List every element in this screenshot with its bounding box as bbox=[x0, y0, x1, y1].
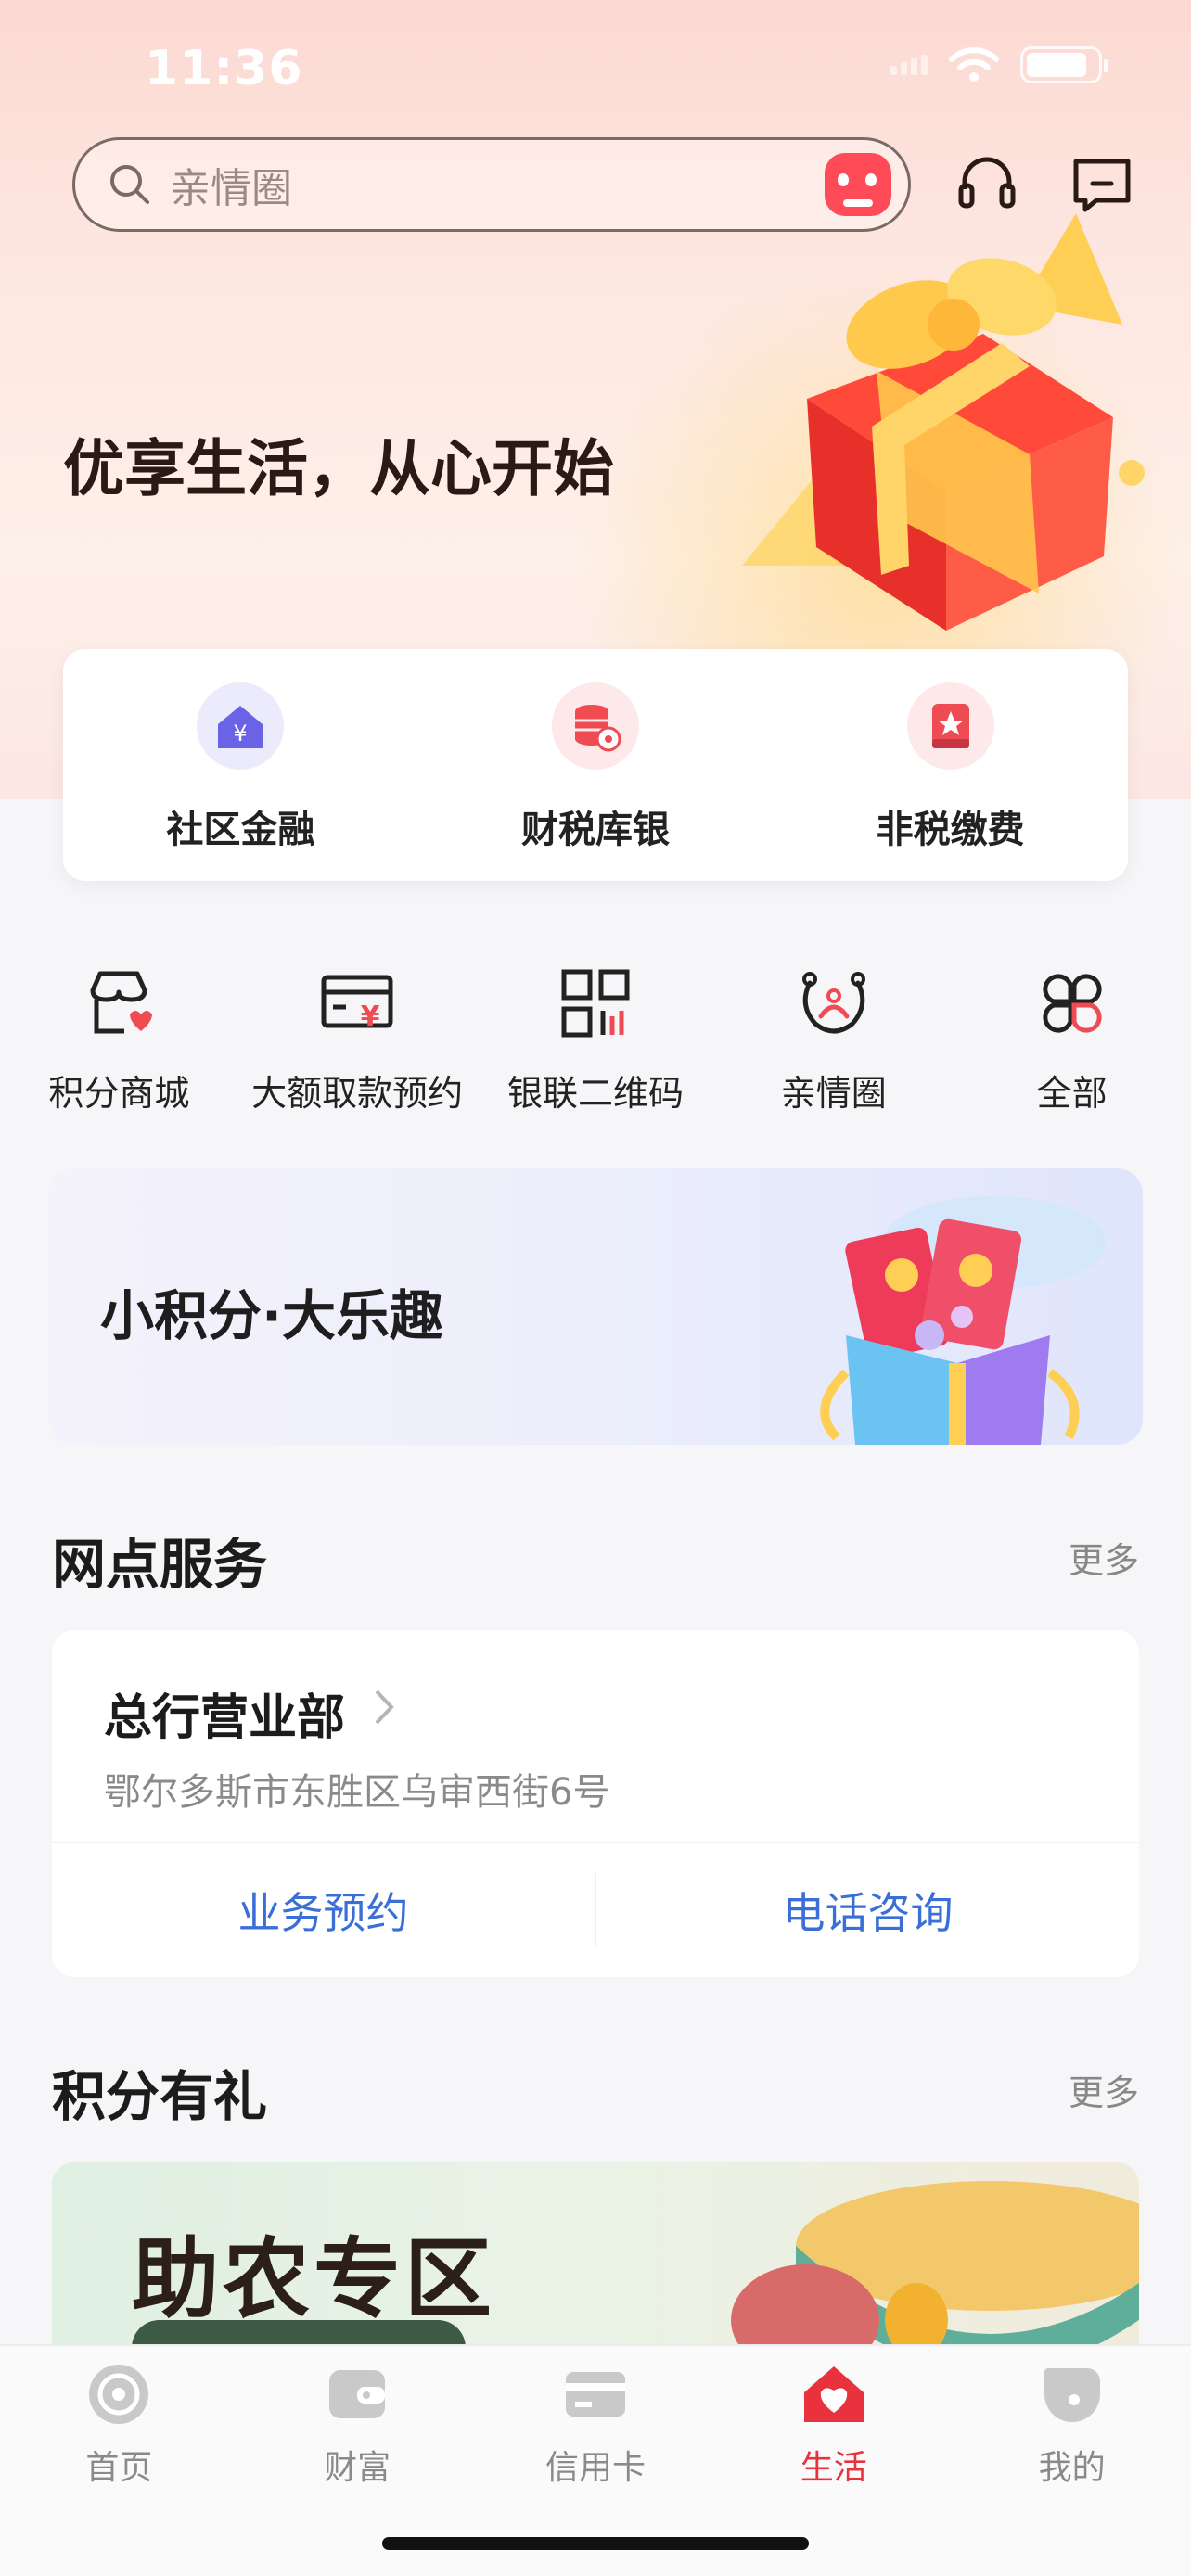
grid-item-points-mall[interactable]: 积分商城 bbox=[0, 964, 237, 1131]
quick-services-card: ¥ 社区金融 财税库银 非税缴费 bbox=[63, 649, 1128, 881]
rice-bowl-icon bbox=[731, 2181, 1139, 2348]
status-bar: 11:36 bbox=[0, 0, 1191, 139]
gift-box-icon bbox=[742, 213, 1145, 631]
tab-label: 财富 bbox=[324, 2449, 391, 2487]
phone-consult-button[interactable]: 电话咨询 bbox=[596, 1843, 1139, 1977]
family-circle-icon bbox=[801, 972, 865, 1034]
grid-label: 银联二维码 bbox=[506, 1073, 684, 1114]
branch-more-link[interactable]: 更多 bbox=[1069, 1532, 1139, 1583]
points-banner[interactable]: 小积分·大乐趣 bbox=[48, 1168, 1143, 1445]
grid-item-all[interactable]: 全部 bbox=[954, 964, 1191, 1131]
points-section-title: 积分有礼 bbox=[52, 2065, 268, 2128]
branch-name[interactable]: 总行营业部 bbox=[104, 1678, 345, 1748]
promo-title: 助农专区 bbox=[132, 2228, 496, 2330]
quick-item-community-finance[interactable]: ¥ 社区金融 bbox=[101, 682, 379, 853]
svg-text:¥: ¥ bbox=[361, 1001, 380, 1033]
wifi-icon bbox=[949, 47, 999, 82]
credit-card-icon bbox=[565, 2372, 625, 2417]
branch-actions: 业务预约 电话咨询 bbox=[52, 1843, 1139, 1977]
search-icon bbox=[110, 165, 149, 204]
non-tax-payment-icon bbox=[906, 682, 994, 770]
tab-label: 生活 bbox=[800, 2449, 867, 2487]
battery-icon bbox=[1020, 46, 1108, 83]
all-services-icon bbox=[1043, 974, 1102, 1033]
quick-item-tax-treasury[interactable]: 财税库银 bbox=[456, 682, 735, 853]
branch-address: 鄂尔多斯市东胜区乌审西街6号 bbox=[104, 1771, 610, 1814]
life-icon bbox=[803, 2366, 864, 2422]
branch-section-title: 网点服务 bbox=[52, 1533, 268, 1596]
wallet-icon bbox=[329, 2370, 386, 2418]
points-more-link[interactable]: 更多 bbox=[1069, 2064, 1139, 2115]
grid-label: 全部 bbox=[1036, 1073, 1108, 1114]
red-envelope-gift-icon bbox=[820, 1196, 1106, 1445]
status-time: 11:36 bbox=[145, 41, 303, 96]
status-icons bbox=[890, 46, 1108, 83]
grid-label: 大额取款预约 bbox=[251, 1073, 464, 1114]
tab-label: 信用卡 bbox=[544, 2449, 646, 2487]
points-mall-icon bbox=[90, 971, 153, 1034]
profile-icon bbox=[1044, 2368, 1100, 2422]
tax-treasury-icon bbox=[551, 682, 639, 770]
community-finance-icon: ¥ bbox=[197, 682, 285, 770]
branch-card: 总行营业部 鄂尔多斯市东胜区乌审西街6号 业务预约 电话咨询 bbox=[52, 1630, 1139, 1977]
large-withdrawal-icon: ¥ bbox=[321, 975, 393, 1033]
tab-profile[interactable]: 我的 bbox=[954, 2361, 1191, 2576]
tab-label: 首页 bbox=[85, 2449, 153, 2487]
home-icon bbox=[89, 2365, 149, 2424]
tab-label: 我的 bbox=[1038, 2449, 1106, 2487]
home-indicator bbox=[382, 2537, 809, 2550]
quick-label: 财税库银 bbox=[520, 809, 670, 851]
grid-label: 亲情圈 bbox=[780, 1073, 887, 1114]
unionpay-qr-icon bbox=[561, 969, 630, 1038]
grid-item-large-withdrawal[interactable]: ¥ 大额取款预约 bbox=[238, 964, 476, 1131]
signal-icon bbox=[890, 55, 928, 75]
quick-item-non-tax-payment[interactable]: 非税缴费 bbox=[812, 682, 1090, 853]
quick-label: 非税缴费 bbox=[876, 809, 1025, 851]
quick-label: 社区金融 bbox=[166, 809, 315, 851]
tab-home[interactable]: 首页 bbox=[0, 2361, 237, 2576]
svg-text:¥: ¥ bbox=[234, 721, 248, 746]
search-input[interactable]: 亲情圈 bbox=[170, 155, 292, 214]
appointment-button[interactable]: 业务预约 bbox=[52, 1843, 595, 1977]
hero-slogan: 优享生活，从心开始 bbox=[63, 433, 614, 504]
agri-promo-banner[interactable]: 助农专区 bbox=[52, 2162, 1139, 2348]
chevron-right-icon[interactable] bbox=[371, 1684, 399, 1730]
grid-item-unionpay-qr[interactable]: 银联二维码 bbox=[477, 964, 714, 1131]
grid-item-family-circle[interactable]: 亲情圈 bbox=[715, 964, 953, 1131]
grid-label: 积分商城 bbox=[48, 1073, 190, 1114]
service-grid: 积分商城 ¥ 大额取款预约 银联二维码 亲情圈 全部 bbox=[0, 964, 1191, 1131]
banner-text: 小积分·大乐趣 bbox=[100, 1284, 444, 1347]
